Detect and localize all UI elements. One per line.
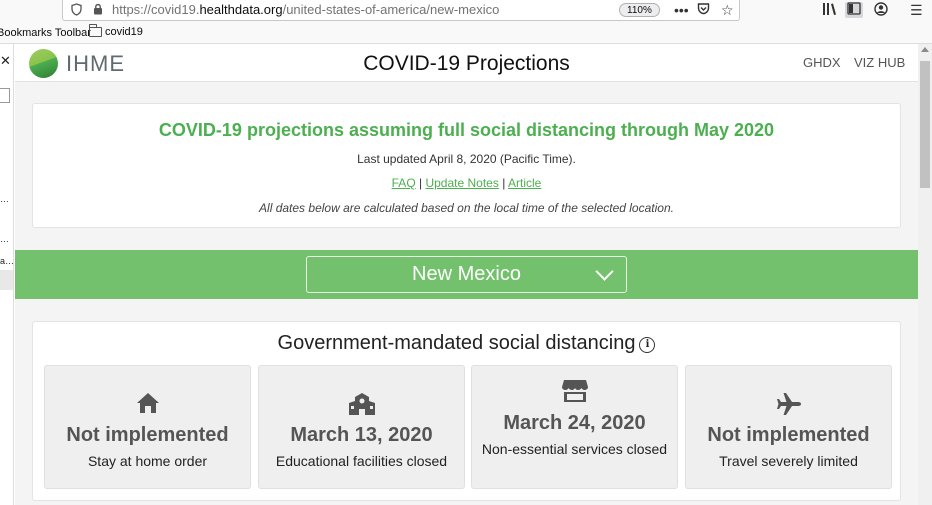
link-separator: | <box>502 176 506 190</box>
sidebar-item-3[interactable]: a… <box>0 256 13 266</box>
address-bar[interactable]: https://covid19.healthdata.org/united-st… <box>62 0 740 21</box>
info-icon[interactable]: i <box>639 337 656 353</box>
shield-icon[interactable] <box>69 3 83 17</box>
menu-icon[interactable]: ☰ <box>910 2 923 18</box>
sidebar-item-1[interactable]: … <box>0 194 9 204</box>
measure-value: Not implemented <box>66 424 229 446</box>
page-actions-icon[interactable]: ••• <box>674 2 689 18</box>
zoom-level-badge[interactable]: 110% <box>619 3 660 17</box>
measure-label: Educational facilities closed <box>275 453 448 469</box>
browser-toolbar: https://covid19.healthdata.org/united-st… <box>0 0 932 22</box>
bookmark-folder-covid19[interactable]: covid19 <box>89 24 143 38</box>
sidebar-item-2[interactable]: … <box>0 234 9 244</box>
scroll-up-arrow-icon[interactable] <box>921 47 929 52</box>
school-icon <box>259 392 464 421</box>
link-separator: | <box>419 176 423 190</box>
article-link[interactable]: Article <box>508 176 541 190</box>
bookmark-folder-label: covid19 <box>105 26 143 38</box>
page-content: IHME COVID-19 Projections GHDX VIZ HUB C… <box>15 44 918 505</box>
projection-heading: COVID-19 projections assuming full socia… <box>158 120 775 140</box>
measure-label: Stay at home order <box>87 453 208 469</box>
bookmark-star-icon[interactable]: ☆ <box>721 2 734 18</box>
measure-tile-services: March 24, 2020 Non-essential services cl… <box>471 365 678 489</box>
location-band: New Mexico <box>15 250 918 299</box>
page-scrollbar[interactable] <box>918 44 932 505</box>
page-title: COVID-19 Projections <box>363 52 570 75</box>
faq-link[interactable]: FAQ <box>392 176 416 190</box>
timezone-note: All dates below are calculated based on … <box>259 201 674 215</box>
social-distancing-heading: Government-mandated social distancing i <box>33 332 900 355</box>
bookmarks-toolbar-label: Bookmarks Toolbar <box>0 27 91 39</box>
measure-label: Travel severely limited <box>719 453 858 469</box>
last-updated-text: Last updated April 8, 2020 (Pacific Time… <box>357 152 576 166</box>
social-distancing-card: Government-mandated social distancing i N… <box>32 321 901 501</box>
info-links: FAQ | Update Notes | Article <box>33 176 900 190</box>
measure-tile-travel: Not implemented Travel severely limited <box>685 365 892 489</box>
home-icon <box>45 392 250 419</box>
airplane-icon <box>686 392 891 421</box>
site-header: IHME COVID-19 Projections GHDX VIZ HUB <box>15 44 918 82</box>
account-icon[interactable] <box>874 2 888 19</box>
measure-label: Non-essential services closed <box>481 441 668 457</box>
browser-sidebar: ✕ … … a… <box>0 44 14 505</box>
measure-value: Not implemented <box>707 424 870 446</box>
sidebar-close-icon[interactable]: ✕ <box>0 53 11 69</box>
library-icon[interactable] <box>822 2 838 19</box>
measure-tile-schools: March 13, 2020 Educational facilities cl… <box>258 365 465 489</box>
sidebar-toggle-icon[interactable] <box>845 2 863 18</box>
update-notes-link[interactable]: Update Notes <box>425 176 498 190</box>
bookmarks-toolbar: Bookmarks Toolbar covid19 <box>0 22 932 44</box>
measure-tile-stay-home: Not implemented Stay at home order <box>44 365 251 489</box>
measure-value: March 13, 2020 <box>290 424 433 446</box>
sidebar-item-selected[interactable] <box>0 270 13 290</box>
folder-icon <box>89 24 102 37</box>
location-select[interactable]: New Mexico <box>306 256 627 293</box>
url-text[interactable]: https://covid19.healthdata.org/united-st… <box>112 2 499 17</box>
measure-value: March 24, 2020 <box>503 412 646 434</box>
nav-ghdx[interactable]: GHDX <box>803 55 841 70</box>
store-icon <box>472 379 677 408</box>
location-selected-value: New Mexico <box>412 263 521 285</box>
scrollbar-thumb[interactable] <box>920 61 930 188</box>
nav-viz-hub[interactable]: VIZ HUB <box>854 55 905 70</box>
sidebar-search-input[interactable] <box>0 88 10 103</box>
update-card: COVID-19 projections assuming full socia… <box>32 103 901 228</box>
pocket-icon[interactable] <box>697 2 710 18</box>
lock-icon[interactable] <box>91 3 105 17</box>
